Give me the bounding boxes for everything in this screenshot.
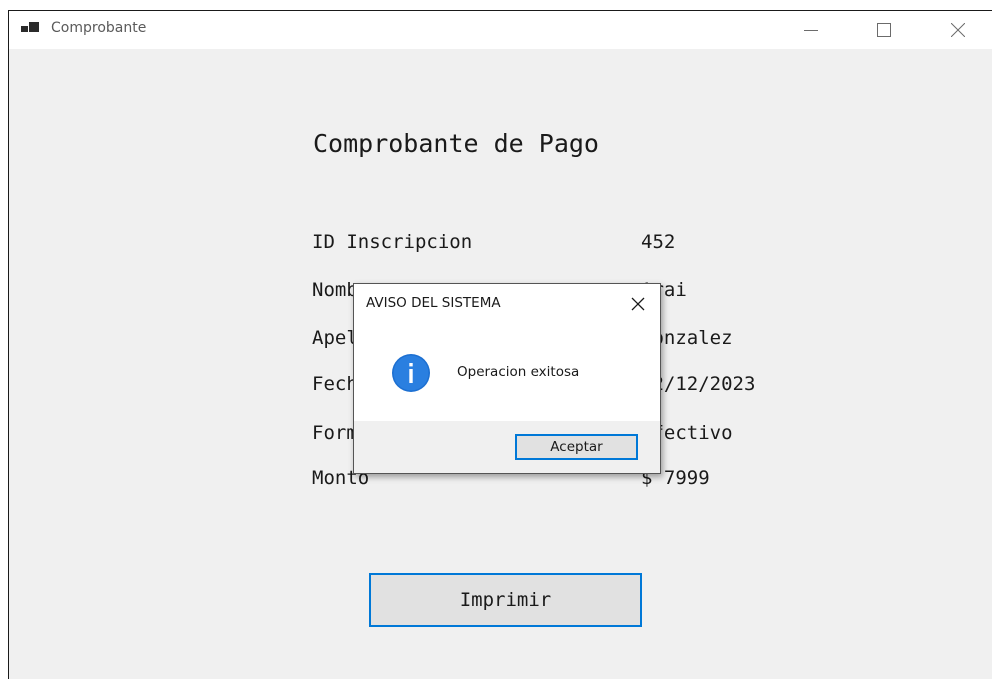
dialog-message: Operacion exitosa: [457, 364, 580, 380]
title-bar[interactable]: Comprobante: [9, 11, 992, 49]
print-button[interactable]: Imprimir: [369, 573, 642, 627]
accept-button[interactable]: Aceptar: [515, 434, 638, 460]
label-id-inscripcion: ID Inscripcion: [312, 231, 473, 253]
message-dialog: AVISO DEL SISTEMA Operacion exitosa Acep…: [353, 283, 661, 474]
info-icon: [391, 353, 431, 393]
maximize-icon: [877, 23, 891, 37]
close-icon: [631, 297, 645, 311]
app-window-icon: [21, 22, 39, 36]
dialog-close-button[interactable]: [626, 292, 650, 316]
minimize-icon: [804, 30, 818, 31]
window-title: Comprobante: [51, 20, 147, 36]
dialog-title: AVISO DEL SISTEMA: [366, 295, 501, 311]
form-heading: Comprobante de Pago: [313, 129, 599, 158]
maximize-button[interactable]: [861, 11, 907, 49]
value-id-inscripcion: 452: [641, 231, 676, 253]
minimize-button[interactable]: [788, 11, 834, 49]
close-button[interactable]: [935, 11, 981, 49]
close-icon: [951, 23, 965, 37]
